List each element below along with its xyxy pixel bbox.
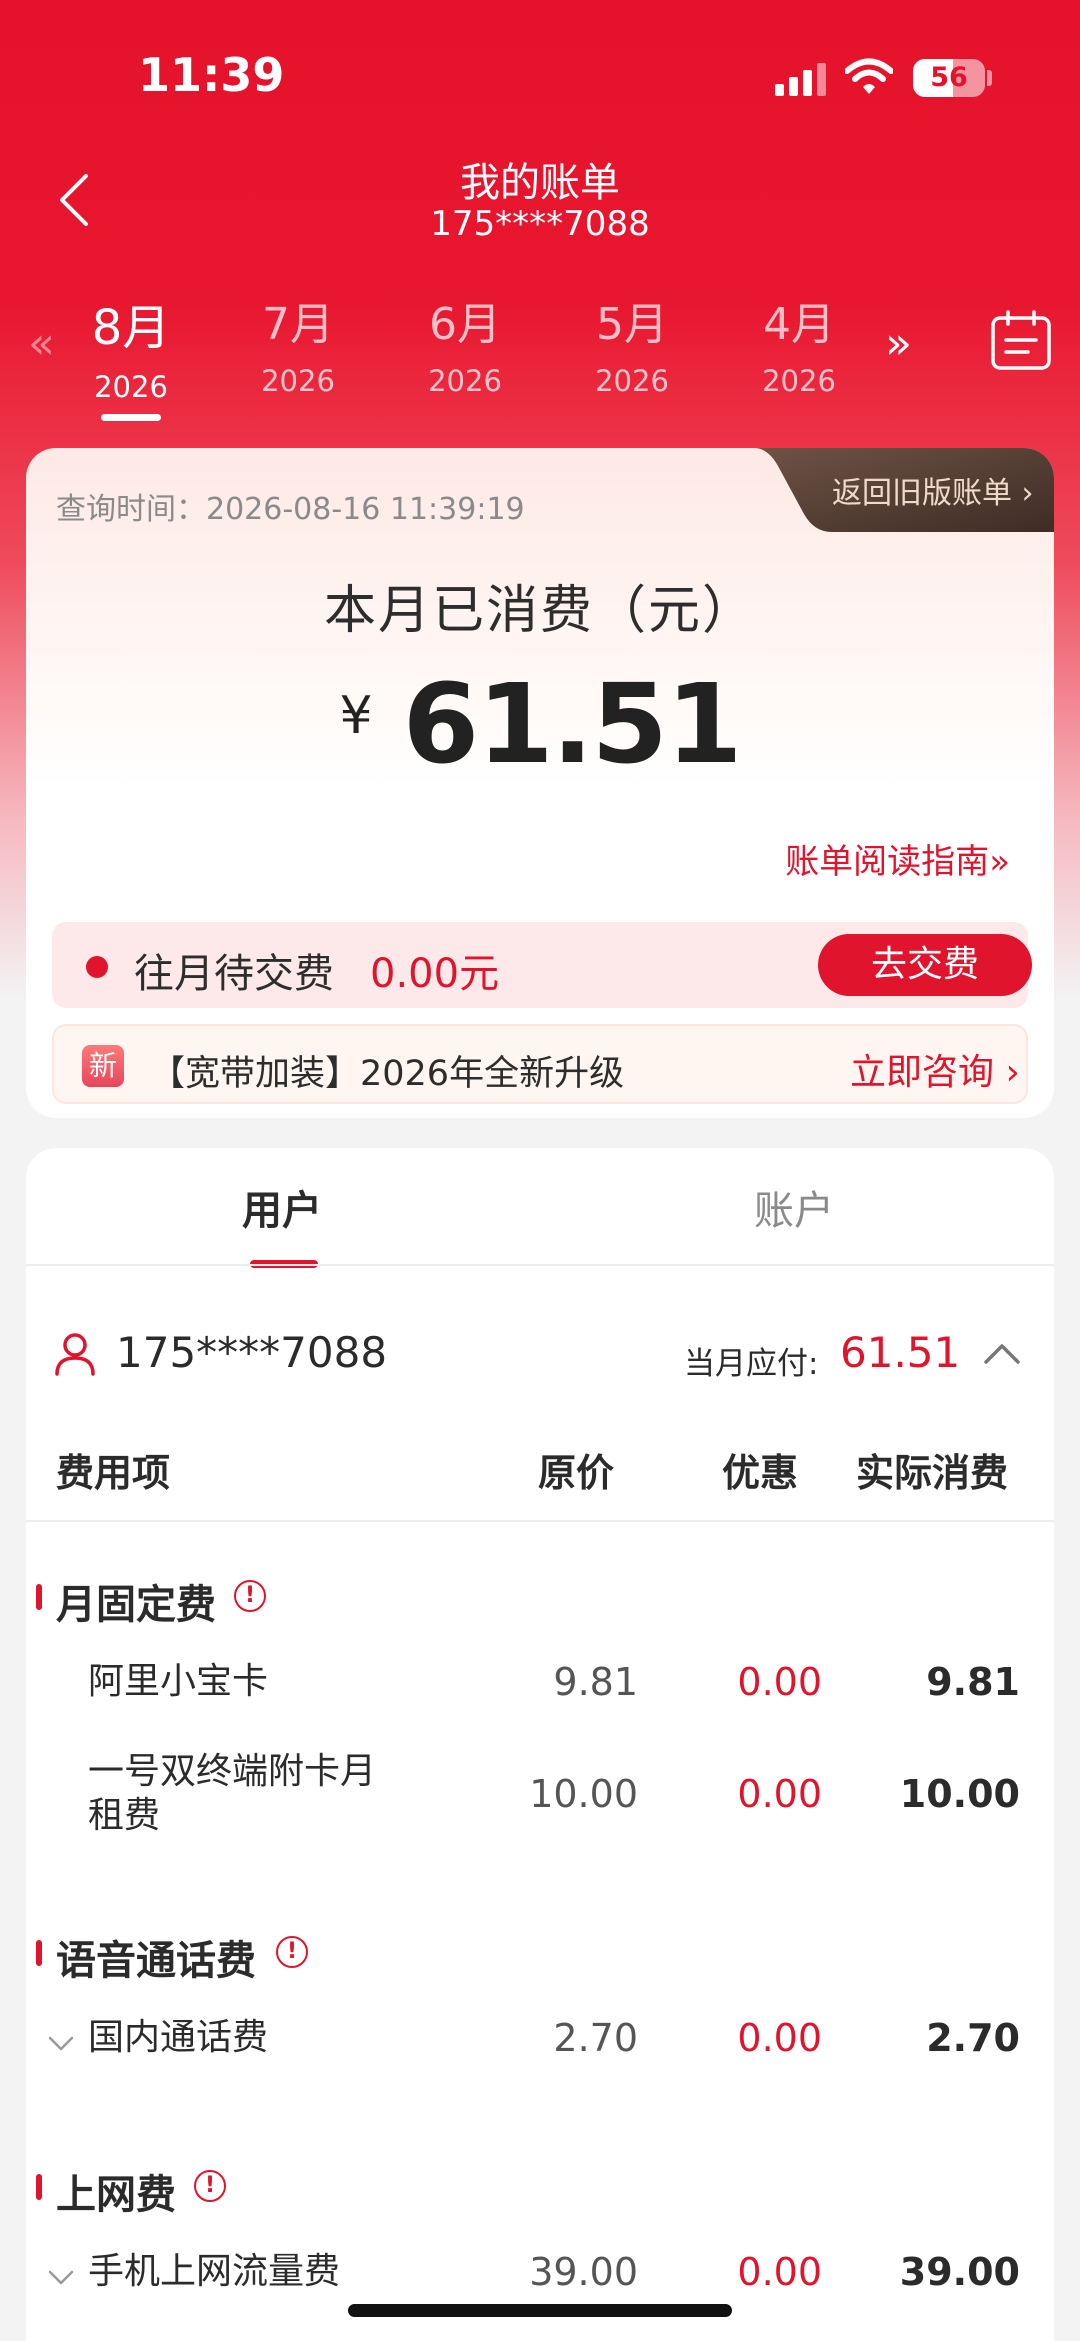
due-month-label: 当月应付: [684,1346,819,1382]
chevron-right-icon: › [1021,476,1034,511]
section-title-data-fee: 上网费 [56,2172,176,2218]
due-month-value: 61.51 [840,1328,961,1377]
status-time: 11:39 [138,48,285,102]
fee-item-name: 手机上网流量费 [88,2251,341,2292]
fee-item-actual: 39.00 [899,2250,1020,2294]
spent-title: 本月已消费（元） [323,581,756,641]
bill-detail-card: 用户 账户 175****7088 当月应付: 61.51 费用项 原价 优惠 … [26,1148,1054,2341]
section-marker [36,1584,42,1610]
user-phone: 175****7088 [116,1328,388,1377]
section-marker [36,2174,42,2200]
double-chevron-right-icon: » [989,842,1010,882]
column-header-actual: 实际消费 [856,1451,1009,1495]
tab-user[interactable]: 用户 [242,1178,322,1236]
next-months-icon[interactable]: » [885,318,912,369]
fee-item-actual: 10.00 [899,1772,1020,1816]
month-year: 2026 [428,364,502,398]
fee-item-name: 一号双终端附卡月租费 [88,1751,377,1836]
battery-tip [987,70,992,86]
section-marker [36,1940,42,1966]
fee-item-actual: 9.81 [926,1660,1020,1704]
chevron-up-icon[interactable] [982,1338,1022,1368]
header-divider [26,1520,1054,1522]
chevron-down-icon[interactable] [46,2034,76,2054]
fee-item-discount: 0.00 [737,2016,822,2060]
query-time: 查询时间：2026-08-16 11:39:19 [56,492,525,527]
fee-item-discount: 0.00 [737,2250,822,2294]
month-label: 8月 [91,300,171,356]
chevron-down-icon[interactable] [46,2268,76,2288]
amount-display: ¥61.51 [26,660,1054,788]
wifi-icon [845,58,893,94]
fee-item-actual: 2.70 [926,2016,1020,2060]
promo-banner[interactable]: 新 【宽带加装】2026年全新升级 立即咨询 › [52,1024,1028,1104]
tab-account[interactable]: 账户 [754,1178,834,1236]
page-title: 我的账单 [460,160,620,206]
old-bill-label: 返回旧版账单 [832,476,1012,511]
month-label: 7月 [262,299,334,350]
section-title-voice-fee: 语音通话费 [56,1938,256,1984]
calendar-icon[interactable] [990,309,1052,371]
old-bill-link[interactable]: 返回旧版账单 › [754,448,1054,532]
fee-item-discount: 0.00 [737,1772,822,1816]
user-icon [55,1333,95,1376]
pay-button[interactable]: 去交费 [818,934,1032,996]
cellular-signal-icon [775,62,827,96]
alert-dot-icon [86,956,108,978]
month-year: 2026 [762,364,836,398]
page-subtitle-phone: 175****7088 [430,204,650,244]
section-title-fixed-fee: 月固定费 [56,1582,216,1628]
spent-amount: 61.51 [402,660,743,788]
fee-item-name: 国内通话费 [88,2017,269,2058]
month-label: 6月 [429,299,501,350]
bill-summary-card: 查询时间：2026-08-16 11:39:19 返回旧版账单 › 本月已消费（… [26,448,1054,1118]
month-label: 4月 [763,299,835,350]
past-due-amount: 0.00元 [370,951,500,997]
currency-symbol: ¥ [339,686,373,746]
month-tab-5[interactable]: 4月 2026 [724,288,874,398]
month-active-indicator [101,414,161,421]
fee-item-original: 2.70 [553,2016,638,2060]
battery-level: 56 [930,62,968,93]
info-icon[interactable]: ! [234,1580,266,1612]
month-year: 2026 [94,370,168,404]
fee-item-name: 阿里小宝卡 [88,1661,269,1702]
column-header-item: 费用项 [56,1451,171,1495]
chevron-right-icon: › [1005,1052,1020,1093]
consult-link[interactable]: 立即咨询 › [850,1043,1020,1095]
fee-item-original: 39.00 [529,2250,638,2294]
month-tab-1[interactable]: 8月 2026 [56,288,206,421]
fee-item-original: 9.81 [553,1660,638,1704]
month-tab-3[interactable]: 6月 2026 [390,288,540,398]
column-header-original: 原价 [538,1451,615,1495]
consult-label: 立即咨询 [850,1052,995,1093]
past-due-bar: 往月待交费 0.00元 去交费 [52,922,1032,1008]
battery-icon: 56 [913,59,985,97]
info-icon[interactable]: ! [194,2170,226,2202]
tab-divider [26,1264,1054,1266]
prev-months-icon[interactable]: « [28,318,55,369]
bill-guide-link[interactable]: 账单阅读指南» [785,834,1010,883]
new-badge-icon: 新 [82,1045,124,1087]
bill-guide-label: 账单阅读指南 [785,842,990,882]
month-tab-2[interactable]: 7月 2026 [223,288,373,398]
info-icon[interactable]: ! [276,1936,308,1968]
fee-item-original: 10.00 [529,1772,638,1816]
column-header-discount: 优惠 [722,1451,799,1495]
month-tab-4[interactable]: 5月 2026 [557,288,707,398]
month-year: 2026 [595,364,669,398]
promo-text: 【宽带加装】2026年全新升级 [150,1054,625,1094]
month-label: 5月 [596,299,668,350]
fee-item-discount: 0.00 [737,1660,822,1704]
month-year: 2026 [261,364,335,398]
past-due-label: 往月待交费 [134,951,334,997]
home-indicator[interactable] [348,2304,732,2317]
